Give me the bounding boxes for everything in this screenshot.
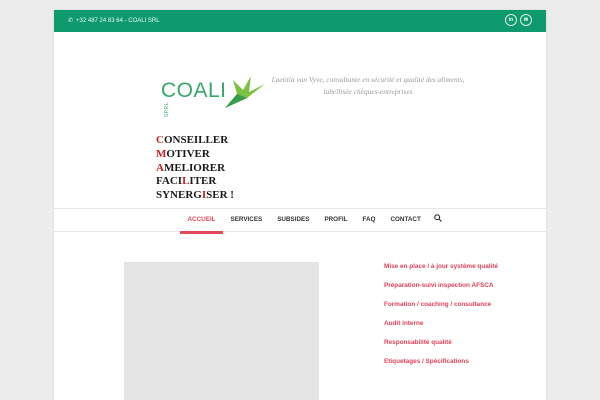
site-header: COALI SPRL Laetitia van Vyve, consultant… [54,32,546,218]
email-icon[interactable]: ✉ [520,14,532,26]
main-nav: ACCUEIL SERVICES SUBSIDES PROFIL FAQ CON… [54,208,546,234]
linkedin-icon[interactable]: in [505,14,517,26]
top-bar: ✆ +32 487 24 83 64 - COALI SRL in ✉ [54,10,546,32]
top-contact: ✆ +32 487 24 83 64 - COALI SRL [68,17,160,25]
header-tagline: Laetitia van Vyve, consultante en sécuri… [271,75,465,96]
contact-text: +32 487 24 83 64 - COALI SRL [76,17,160,24]
hummingbird-icon [225,76,265,108]
service-link[interactable]: Mise en place / à jour système qualité [384,263,544,282]
social-links: in ✉ [505,14,532,26]
logo-text: COALI [161,79,227,102]
motto-list: CONSEILLER MOTIVER AMELIORER FACILITER S… [156,134,234,203]
service-link[interactable]: Responsabilité qualité [384,339,544,358]
nav-item-faq[interactable]: FAQ [355,209,383,231]
motto-line: SYNERGISER ! [156,189,234,202]
nav-item-contact[interactable]: CONTACT [383,209,428,231]
motto-line: CONSEILLER [156,134,229,146]
nav-item-subsides[interactable]: SUBSIDES [270,209,317,231]
service-link[interactable]: Préparation-suivi inspection AFSCA [384,282,544,301]
phone-icon: ✆ [68,18,74,24]
motto-line: AMELIORER [156,161,226,174]
service-links: Mise en place / à jour système qualité P… [384,263,544,377]
search-icon[interactable] [428,209,448,231]
nav-items: ACCUEIL SERVICES SUBSIDES PROFIL FAQ CON… [180,209,448,234]
service-link[interactable]: Formation / coaching / consultance [384,301,544,320]
nav-item-services[interactable]: SERVICES [223,209,270,231]
content-image-placeholder [124,262,319,400]
service-link[interactable]: Audit interne [384,320,544,339]
page-frame: ✆ +32 487 24 83 64 - COALI SRL in ✉ COAL… [54,10,546,400]
nav-item-profil[interactable]: PROFIL [317,209,355,231]
logo-sub: SPRL [164,102,170,118]
service-link[interactable]: Etiquetages / Spécifications [384,358,544,377]
site-logo[interactable]: COALI SPRL [161,74,265,124]
nav-item-accueil[interactable]: ACCUEIL [180,209,223,234]
motto-line: FACILITER [156,175,217,188]
motto-line: MOTIVER [156,147,210,160]
